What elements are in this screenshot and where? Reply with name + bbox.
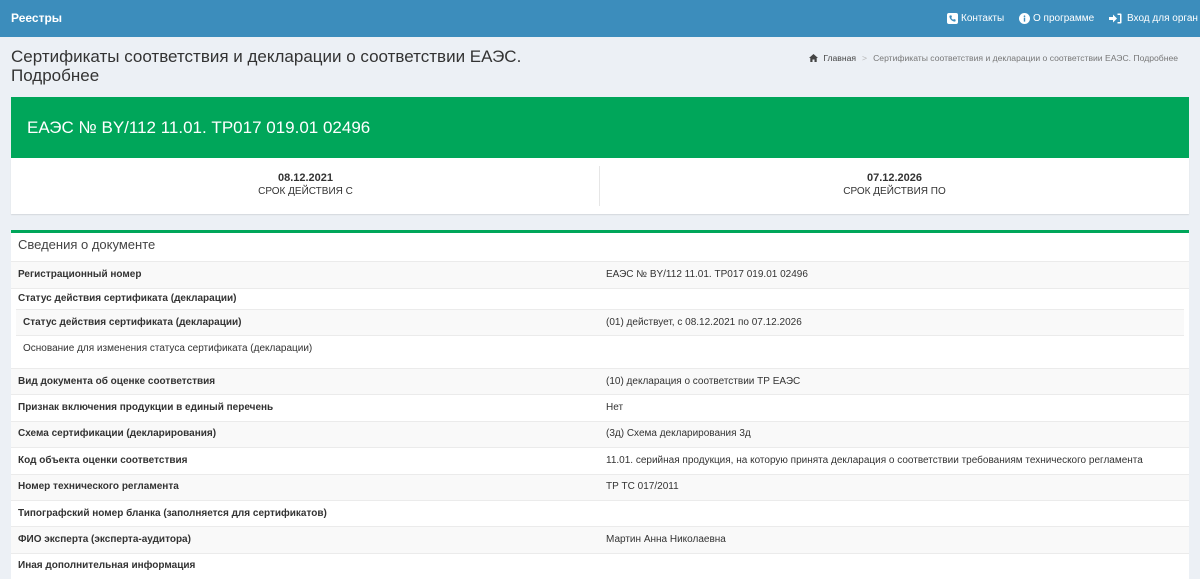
- valid-from-label: СРОК ДЕЙСТВИЯ С: [258, 186, 353, 197]
- valid-from-block: 08.12.2021 СРОК ДЕЙСТВИЯ С: [11, 158, 600, 214]
- row-label: Статус действия сертификата (декларации): [23, 316, 242, 328]
- valid-to-block: 07.12.2026 СРОК ДЕЙСТВИЯ ПО: [600, 158, 1189, 214]
- breadcrumb-home-label[interactable]: Главная: [823, 52, 856, 64]
- row-label: Код объекта оценки соответствия: [18, 454, 188, 466]
- login-label[interactable]: Вход для орган: [1127, 13, 1198, 24]
- certificate-number: ЕАЭС № BY/112 11.01. ТР017 019.01 02496: [27, 118, 371, 137]
- valid-to-label: СРОК ДЕЙСТВИЯ ПО: [843, 186, 946, 197]
- breadcrumb-home-link[interactable]: Главная: [809, 52, 856, 64]
- validity-dates: 08.12.2021 СРОК ДЕЙСТВИЯ С 07.12.2026 СР…: [11, 158, 1189, 214]
- info-circle-icon[interactable]: [1019, 13, 1030, 24]
- row-value: ЕАЭС № BY/112 11.01. ТР017 019.01 02496: [606, 269, 808, 280]
- table-row: Регистрационный номер ЕАЭС № BY/112 11.0…: [11, 261, 1189, 288]
- certificate-number-banner: ЕАЭС № BY/112 11.01. ТР017 019.01 02496: [11, 97, 1189, 158]
- table-row: Номер технического регламента ТР ТС 017/…: [11, 473, 1189, 500]
- row-label: Схема сертификации (декларирования): [18, 428, 217, 440]
- row-label: Регистрационный номер: [18, 269, 142, 280]
- row-label: Номер технического регламента: [18, 481, 179, 493]
- table-row: Признак включения продукции в единый пер…: [11, 394, 1189, 420]
- page-title: Сертификаты соответствия и декларации о …: [11, 47, 522, 85]
- row-label: Признак включения продукции в единый пер…: [18, 402, 274, 414]
- row-label: Основание для изменения статуса сертифик…: [23, 342, 313, 354]
- row-value: (01) действует, с 08.12.2021 по 07.12.20…: [606, 316, 802, 328]
- dates-divider: [599, 166, 600, 206]
- table-row: Основание для изменения статуса сертифик…: [16, 335, 1184, 361]
- table-row: Статус действия сертификата (декларации)…: [16, 309, 1184, 335]
- valid-from-date: 08.12.2021: [277, 172, 334, 184]
- valid-to-date: 07.12.2026: [866, 172, 923, 184]
- table-row: Код объекта оценки соответствия 11.01. с…: [11, 447, 1189, 473]
- row-value: Мартин Анна Николаевна: [606, 533, 726, 545]
- row-label: Вид документа об оценке соответствия: [18, 375, 216, 387]
- brand-logo[interactable]: Реестры: [11, 0, 62, 37]
- contacts-label[interactable]: Контакты: [961, 13, 1004, 24]
- home-icon[interactable]: [809, 54, 819, 62]
- table-row: Иная дополнительная информация: [11, 552, 1189, 579]
- breadcrumb-current: Сертификаты соответствия и декларации о …: [873, 53, 1178, 63]
- top-navbar: Реестры Контакты О программе Вход для ор…: [0, 0, 1200, 37]
- table-row: Вид документа об оценке соответствия (10…: [11, 368, 1189, 395]
- contacts-link[interactable]: Контакты: [947, 0, 1004, 37]
- status-nested-table: Статус действия сертификата (декларации)…: [11, 309, 1189, 368]
- row-value: Нет: [606, 402, 624, 414]
- status-group-header: Статус действия сертификата (декларации): [11, 288, 1189, 309]
- row-label: Типографский номер бланка (заполняется д…: [18, 507, 327, 519]
- row-value: ТР ТС 017/2011: [606, 481, 679, 493]
- breadcrumb: Главная > Сертификаты соответствия и дек…: [809, 52, 1178, 64]
- breadcrumb-separator: >: [862, 53, 868, 63]
- about-label[interactable]: О программе: [1033, 13, 1094, 24]
- status-group-label: Статус действия сертификата (декларации): [18, 293, 237, 304]
- about-link[interactable]: О программе: [1019, 0, 1094, 37]
- login-link[interactable]: Вход для орган: [1109, 0, 1200, 37]
- row-value: 11.01. серийная продукция, на которую пр…: [606, 454, 1143, 466]
- row-label: ФИО эксперта (эксперта-аудитора): [18, 533, 191, 545]
- document-details-box: Сведения о документе Регистрационный ном…: [11, 230, 1189, 579]
- details-title: Сведения о документе: [18, 237, 156, 252]
- phone-square-icon[interactable]: [947, 13, 958, 24]
- row-value: (3д) Схема декларирования 3д: [606, 428, 751, 440]
- sign-in-icon[interactable]: [1109, 13, 1122, 24]
- row-label: Иная дополнительная информация: [18, 560, 196, 572]
- table-row: Схема сертификации (декларирования) (3д)…: [11, 420, 1189, 448]
- row-value: (10) декларация о соответствии ТР ЕАЭС: [606, 375, 801, 387]
- table-row: Типографский номер бланка (заполняется д…: [11, 499, 1189, 526]
- table-row: ФИО эксперта (эксперта-аудитора) Мартин …: [11, 526, 1189, 553]
